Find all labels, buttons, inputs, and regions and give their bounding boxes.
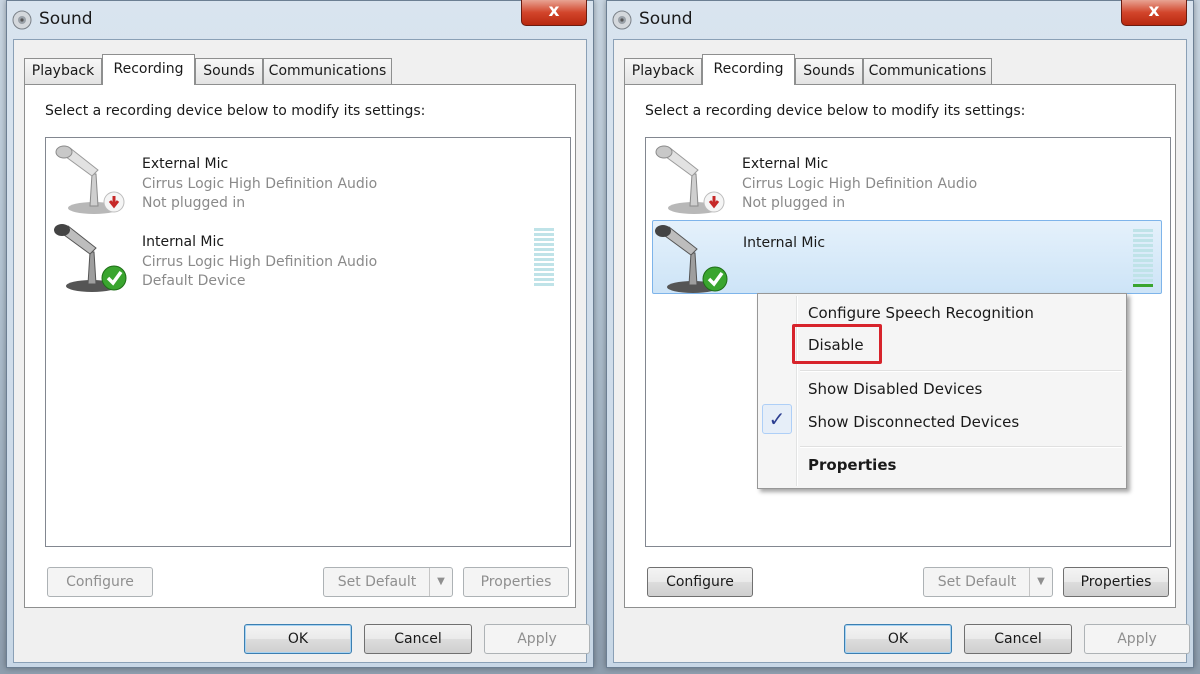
level-meter xyxy=(534,228,554,286)
set-default-button[interactable]: Set Default ▼ xyxy=(923,567,1053,597)
device-driver: Cirrus Logic High Definition Audio xyxy=(142,176,378,192)
checkmark-icon: ✓ xyxy=(762,404,792,434)
device-driver: Cirrus Logic High Definition Audio xyxy=(742,176,978,192)
instruction-text: Select a recording device below to modif… xyxy=(645,103,1026,119)
microphone-default-icon xyxy=(655,225,728,293)
set-default-label: Set Default xyxy=(337,574,417,590)
cancel-button[interactable]: Cancel xyxy=(364,624,472,654)
title-bar[interactable]: Sound x xyxy=(607,0,1193,39)
configure-button[interactable]: Configure xyxy=(47,567,153,597)
tab-playback[interactable]: Playback xyxy=(624,58,702,84)
ok-button[interactable]: OK xyxy=(244,624,352,654)
menu-separator xyxy=(800,370,1122,372)
device-status: Default Device xyxy=(142,273,246,289)
tab-recording[interactable]: Recording xyxy=(702,54,795,85)
level-meter xyxy=(1133,229,1153,287)
sound-dialog-right: Sound x Playback Recording Sounds Commun… xyxy=(606,0,1194,668)
title-bar[interactable]: Sound x xyxy=(7,0,593,39)
context-menu: Configure Speech Recognition Disable Sho… xyxy=(757,293,1127,489)
device-internal-mic[interactable]: Internal Mic Cirrus Logic High Definitio… xyxy=(52,220,562,294)
device-list[interactable]: External Mic Cirrus Logic High Definitio… xyxy=(45,137,571,547)
tab-playback[interactable]: Playback xyxy=(24,58,102,84)
cancel-button[interactable]: Cancel xyxy=(964,624,1072,654)
device-driver: Cirrus Logic High Definition Audio xyxy=(142,254,378,270)
microphone-unplugged-icon xyxy=(655,145,725,214)
set-default-button[interactable]: Set Default ▼ xyxy=(323,567,453,597)
close-icon: x xyxy=(548,1,560,21)
set-default-label: Set Default xyxy=(937,574,1017,590)
instruction-text: Select a recording device below to modif… xyxy=(45,103,426,119)
sound-dialog-left: Sound x Playback Recording Sounds Commun… xyxy=(6,0,594,668)
device-status: Not plugged in xyxy=(142,195,246,211)
device-internal-mic[interactable]: Internal Mic xyxy=(652,220,1162,294)
menu-separator xyxy=(800,446,1122,448)
device-name: External Mic xyxy=(142,156,229,172)
speaker-icon xyxy=(612,10,632,30)
apply-button[interactable]: Apply xyxy=(484,624,590,654)
tab-sounds[interactable]: Sounds xyxy=(195,58,263,84)
device-name: Internal Mic xyxy=(142,234,225,250)
chevron-down-icon[interactable]: ▼ xyxy=(429,568,452,596)
speaker-icon xyxy=(12,10,32,30)
device-external-mic[interactable]: External Mic Cirrus Logic High Definitio… xyxy=(52,142,562,216)
menu-item-show-disabled-devices[interactable]: Show Disabled Devices xyxy=(808,380,982,398)
recording-panel: Select a recording device below to modif… xyxy=(24,84,576,608)
tab-communications[interactable]: Communications xyxy=(863,58,992,84)
chevron-down-icon[interactable]: ▼ xyxy=(1029,568,1052,596)
device-name: Internal Mic xyxy=(743,235,826,251)
device-external-mic[interactable]: External Mic Cirrus Logic High Definitio… xyxy=(652,142,1162,216)
microphone-unplugged-icon xyxy=(55,145,125,214)
ok-button[interactable]: OK xyxy=(844,624,952,654)
properties-button[interactable]: Properties xyxy=(463,567,569,597)
dialog-body: Playback Recording Sounds Communications… xyxy=(13,39,590,663)
device-status: Not plugged in xyxy=(742,195,846,211)
device-name: External Mic xyxy=(742,156,829,172)
window-title: Sound xyxy=(39,9,93,29)
apply-button[interactable]: Apply xyxy=(1084,624,1190,654)
close-icon: x xyxy=(1148,1,1160,21)
recording-panel: Select a recording device below to modif… xyxy=(624,84,1176,608)
tab-sounds[interactable]: Sounds xyxy=(795,58,863,84)
window-title: Sound xyxy=(639,9,693,29)
dialog-body: Playback Recording Sounds Communications… xyxy=(613,39,1190,663)
close-button[interactable]: x xyxy=(1121,0,1187,26)
menu-item-show-disconnected-devices[interactable]: Show Disconnected Devices xyxy=(808,413,1019,431)
menu-item-configure-speech-recognition[interactable]: Configure Speech Recognition xyxy=(808,304,1034,322)
close-button[interactable]: x xyxy=(521,0,587,26)
tab-recording[interactable]: Recording xyxy=(102,54,195,85)
tab-communications[interactable]: Communications xyxy=(263,58,392,84)
disable-highlight-box xyxy=(792,324,882,364)
properties-button[interactable]: Properties xyxy=(1063,567,1169,597)
microphone-default-icon xyxy=(54,224,127,292)
menu-item-properties[interactable]: Properties xyxy=(808,456,896,474)
configure-button[interactable]: Configure xyxy=(647,567,753,597)
